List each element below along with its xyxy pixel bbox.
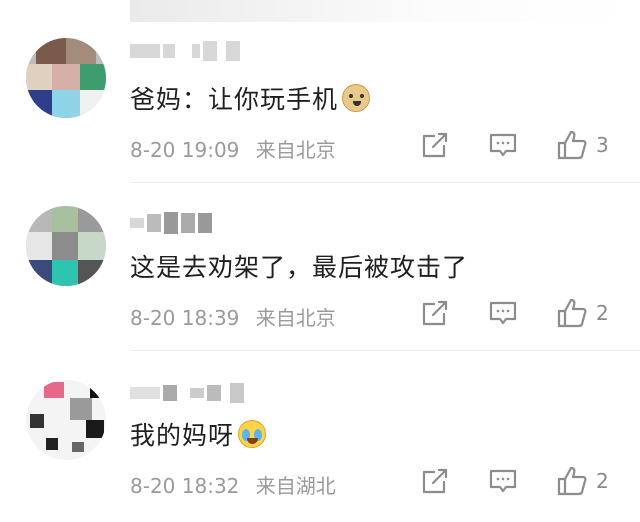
doge-emoji-icon (342, 84, 371, 112)
reply-button[interactable] (488, 128, 518, 162)
divider (130, 350, 640, 351)
thumbs-up-icon (557, 466, 587, 496)
comment-item: 这是去劝架了，最后被攻击了 8-20 18:39 来自北京 2 (0, 190, 640, 350)
username-blurred[interactable] (130, 382, 244, 404)
thumbs-up-icon (557, 298, 587, 328)
share-icon (422, 468, 448, 494)
share-icon (422, 300, 448, 326)
reply-button[interactable] (488, 464, 518, 498)
comment-actions: 2 (420, 464, 630, 498)
divider (130, 182, 640, 183)
comment-icon (489, 301, 517, 325)
laugh-cry-emoji-icon (238, 420, 267, 448)
comment-actions: 3 (420, 128, 630, 162)
comment-date: 8-20 (130, 306, 176, 330)
username-blurred[interactable] (130, 40, 240, 62)
comment-text-content: 爸妈：让你玩手机 (130, 85, 339, 114)
comment-location: 来自北京 (255, 306, 336, 330)
top-fade-bar (130, 0, 640, 22)
reply-button[interactable] (488, 296, 518, 330)
like-button[interactable]: 3 (556, 128, 609, 162)
like-count: 2 (596, 301, 609, 325)
comment-meta: 8-20 18:39 来自北京 (130, 302, 336, 331)
avatar[interactable] (26, 38, 106, 118)
share-icon (422, 132, 448, 158)
comment-text: 我的妈呀 (130, 416, 267, 452)
comment-time: 18:39 (181, 306, 240, 330)
comment-meta: 8-20 18:32 来自湖北 (130, 470, 336, 499)
like-button[interactable]: 2 (556, 296, 609, 330)
avatar[interactable] (26, 206, 106, 286)
comment-item: 爸妈：让你玩手机 8-20 19:09 来自北京 3 (0, 24, 640, 180)
comment-time: 18:32 (181, 474, 240, 498)
like-count: 3 (596, 133, 609, 157)
like-count: 2 (596, 469, 609, 493)
comment-text: 这是去劝架了，最后被攻击了 (130, 248, 468, 284)
comment-text: 爸妈：让你玩手机 (130, 80, 371, 116)
username-blurred[interactable] (130, 212, 212, 234)
comment-meta: 8-20 19:09 来自北京 (130, 134, 336, 163)
like-button[interactable]: 2 (556, 464, 609, 498)
share-button[interactable] (420, 296, 450, 330)
comment-icon (489, 469, 517, 493)
avatar[interactable] (26, 380, 106, 460)
comment-location: 来自北京 (255, 138, 336, 162)
comment-actions: 2 (420, 296, 630, 330)
comment-item: 我的妈呀 8-20 18:32 来自湖北 2 (0, 356, 640, 522)
share-button[interactable] (420, 128, 450, 162)
share-button[interactable] (420, 464, 450, 498)
comment-location: 来自湖北 (255, 474, 336, 498)
thumbs-up-icon (557, 130, 587, 160)
comment-icon (489, 133, 517, 157)
comment-time: 19:09 (181, 138, 240, 162)
comment-date: 8-20 (130, 138, 176, 162)
comment-text-content: 这是去劝架了，最后被攻击了 (130, 253, 469, 282)
comment-date: 8-20 (130, 474, 176, 498)
comment-text-content: 我的妈呀 (130, 421, 235, 450)
